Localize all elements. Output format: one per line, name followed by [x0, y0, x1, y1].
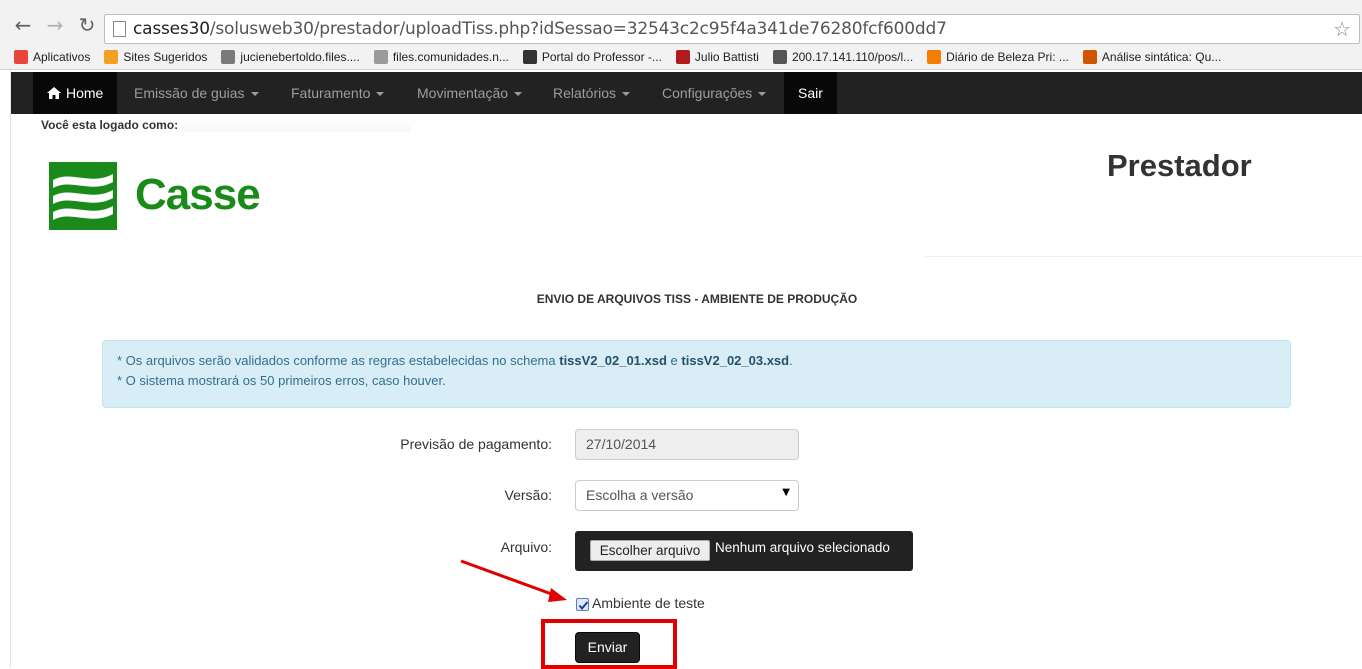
bookmark-item[interactable]: Portal do Professor -...	[522, 50, 662, 64]
bookmark-label: jucienebertoldo.files....	[240, 50, 360, 64]
back-arrow-icon[interactable]: ←	[12, 14, 34, 36]
file-status-text: Nenhum arquivo selecionado	[715, 540, 890, 555]
bookmark-label: 200.17.141.110/pos/l...	[791, 50, 914, 64]
dropdown-arrow-icon: ▼	[782, 487, 790, 498]
bookmark-item[interactable]: jucienebertoldo.files....	[221, 50, 360, 64]
caret-down-icon	[622, 92, 631, 97]
bookmark-item[interactable]: Análise sintática: Qu...	[1082, 50, 1222, 64]
bookmark-item[interactable]: Sites Sugeridos	[104, 50, 207, 64]
header-divider	[925, 256, 1362, 257]
orange-globe-icon	[1082, 50, 1097, 64]
address-bar[interactable]: casses30/solusweb30/prestador/uploadTiss…	[104, 14, 1360, 44]
graduation-cap-icon	[522, 50, 537, 64]
nav-logout[interactable]: Sair	[784, 72, 837, 114]
building-icon	[772, 50, 787, 64]
nav-configuracoes[interactable]: Configurações	[662, 72, 767, 114]
reload-icon[interactable]: ↻	[76, 14, 98, 36]
globe-icon	[221, 50, 236, 64]
bookmark-item[interactable]: Julio Battisti	[675, 50, 759, 64]
section-title: Prestador	[1107, 148, 1252, 183]
bookmark-label: files.comunidades.n...	[392, 50, 509, 64]
page-icon	[113, 21, 126, 37]
browser-toolbar: ← → ↻ casses30/solusweb30/prestador/uplo…	[0, 0, 1362, 70]
file-input: Escolher arquivo Nenhum arquivo selecion…	[575, 531, 913, 571]
bookmark-star-icon[interactable]: ☆	[1333, 17, 1351, 41]
page-icon	[373, 50, 388, 64]
annotation-arrow-icon	[460, 559, 567, 602]
bookmark-label: Análise sintática: Qu...	[1101, 50, 1222, 64]
bookmark-label: Julio Battisti	[694, 50, 759, 64]
forward-arrow-icon[interactable]: →	[44, 14, 66, 36]
suggested-sites-icon	[104, 50, 119, 64]
jb-logo-icon	[675, 50, 690, 64]
blogger-icon	[927, 50, 942, 64]
url-text: casses30/solusweb30/prestador/uploadTiss…	[133, 19, 947, 39]
bookmark-item[interactable]: 200.17.141.110/pos/l...	[772, 50, 914, 64]
bookmark-item[interactable]: Diário de Beleza Pri: ...	[927, 50, 1069, 64]
bookmarks-bar: Aplicativos Sites Sugeridos jucienebertold…	[0, 46, 1362, 68]
bookmark-label: Sites Sugeridos	[123, 50, 208, 64]
caret-down-icon	[758, 92, 767, 97]
bookmark-label: Portal do Professor -...	[541, 50, 662, 64]
apps-grid-icon	[14, 50, 28, 64]
bookmark-item[interactable]: files.comunidades.n...	[373, 50, 509, 64]
bookmark-label: Aplicativos	[33, 50, 91, 64]
bookmark-label: Diário de Beleza Pri: ...	[946, 50, 1069, 64]
app-page: Home Emissão de guias Faturamento Movime…	[10, 70, 1362, 669]
bookmark-item[interactable]: Aplicativos	[14, 50, 90, 64]
